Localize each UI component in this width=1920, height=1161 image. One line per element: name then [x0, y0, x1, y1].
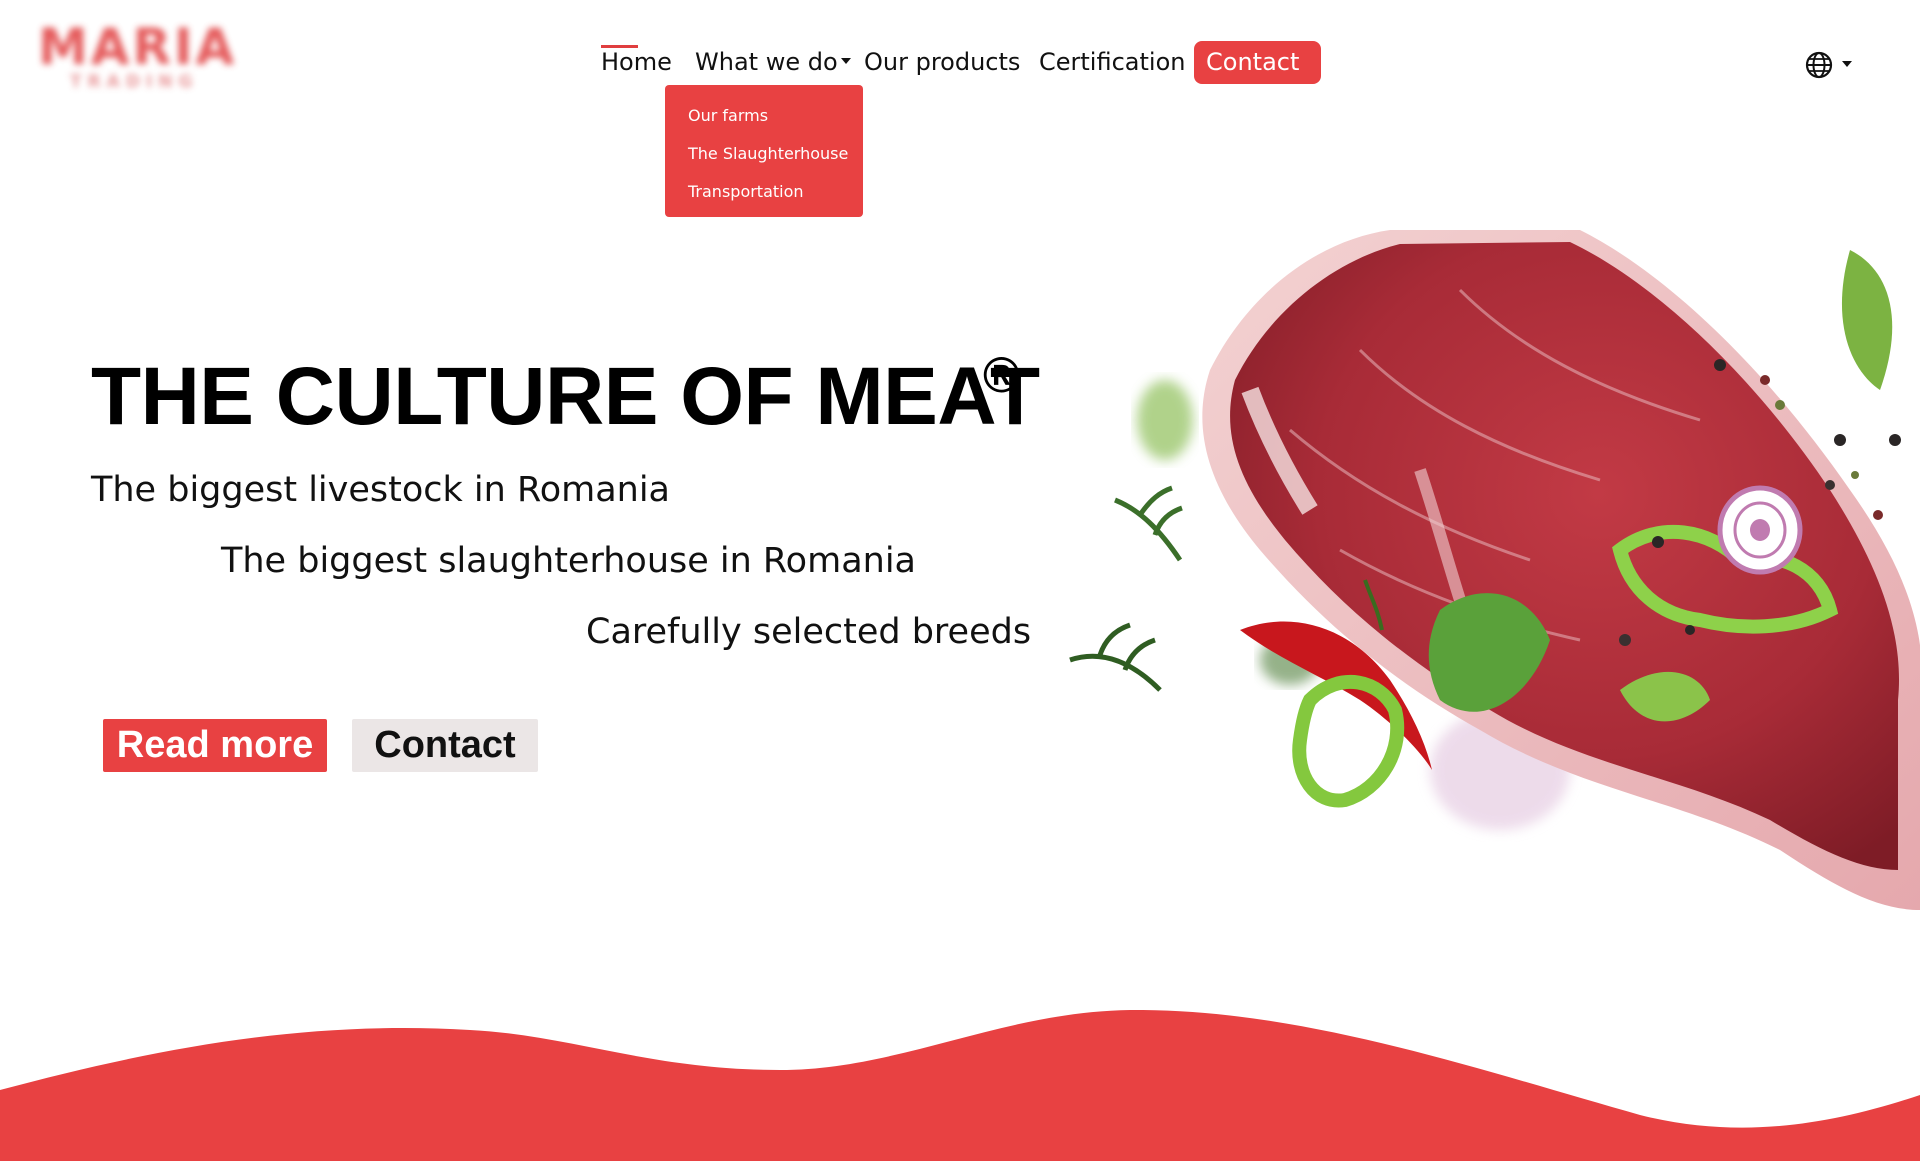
steak-image [1060, 230, 1920, 930]
nav-what-we-do[interactable]: What we do [695, 38, 851, 86]
active-indicator [601, 45, 638, 48]
language-selector[interactable] [1804, 50, 1854, 80]
hero-line-slaughterhouse: The biggest slaughterhouse in Romania [221, 541, 916, 581]
caret-down-icon [840, 58, 851, 64]
main-nav: Home What we do Our products Certificati… [0, 38, 1920, 88]
hero-line-livestock: The biggest livestock in Romania [91, 470, 671, 510]
bottom-wave-decoration [0, 1009, 1920, 1161]
what-we-do-dropdown: Our farms The Slaughterhouse Transportat… [665, 85, 863, 217]
nav-certification[interactable]: Certification [1039, 38, 1185, 86]
nav-our-products[interactable]: Our products [864, 38, 1020, 86]
nav-what-we-do-label: What we do [695, 48, 838, 76]
caret-down-icon [1842, 61, 1852, 67]
nav-home[interactable]: Home [601, 38, 672, 86]
dropdown-item-slaughterhouse[interactable]: The Slaughterhouse [665, 135, 863, 173]
nav-home-label: Home [601, 48, 672, 76]
globe-icon [1805, 51, 1833, 79]
hero-line-breeds: Carefully selected breeds [586, 612, 1032, 652]
nav-contact-button[interactable]: Contact [1194, 41, 1322, 84]
dropdown-item-transportation[interactable]: Transportation [665, 173, 863, 211]
hero-contact-button[interactable]: Contact [352, 719, 538, 772]
dropdown-item-our-farms[interactable]: Our farms [665, 97, 863, 135]
hero-title: THE CULTURE OF MEAT [91, 351, 1040, 442]
registered-mark: ® [983, 347, 1020, 403]
read-more-button[interactable]: Read more [103, 719, 327, 772]
